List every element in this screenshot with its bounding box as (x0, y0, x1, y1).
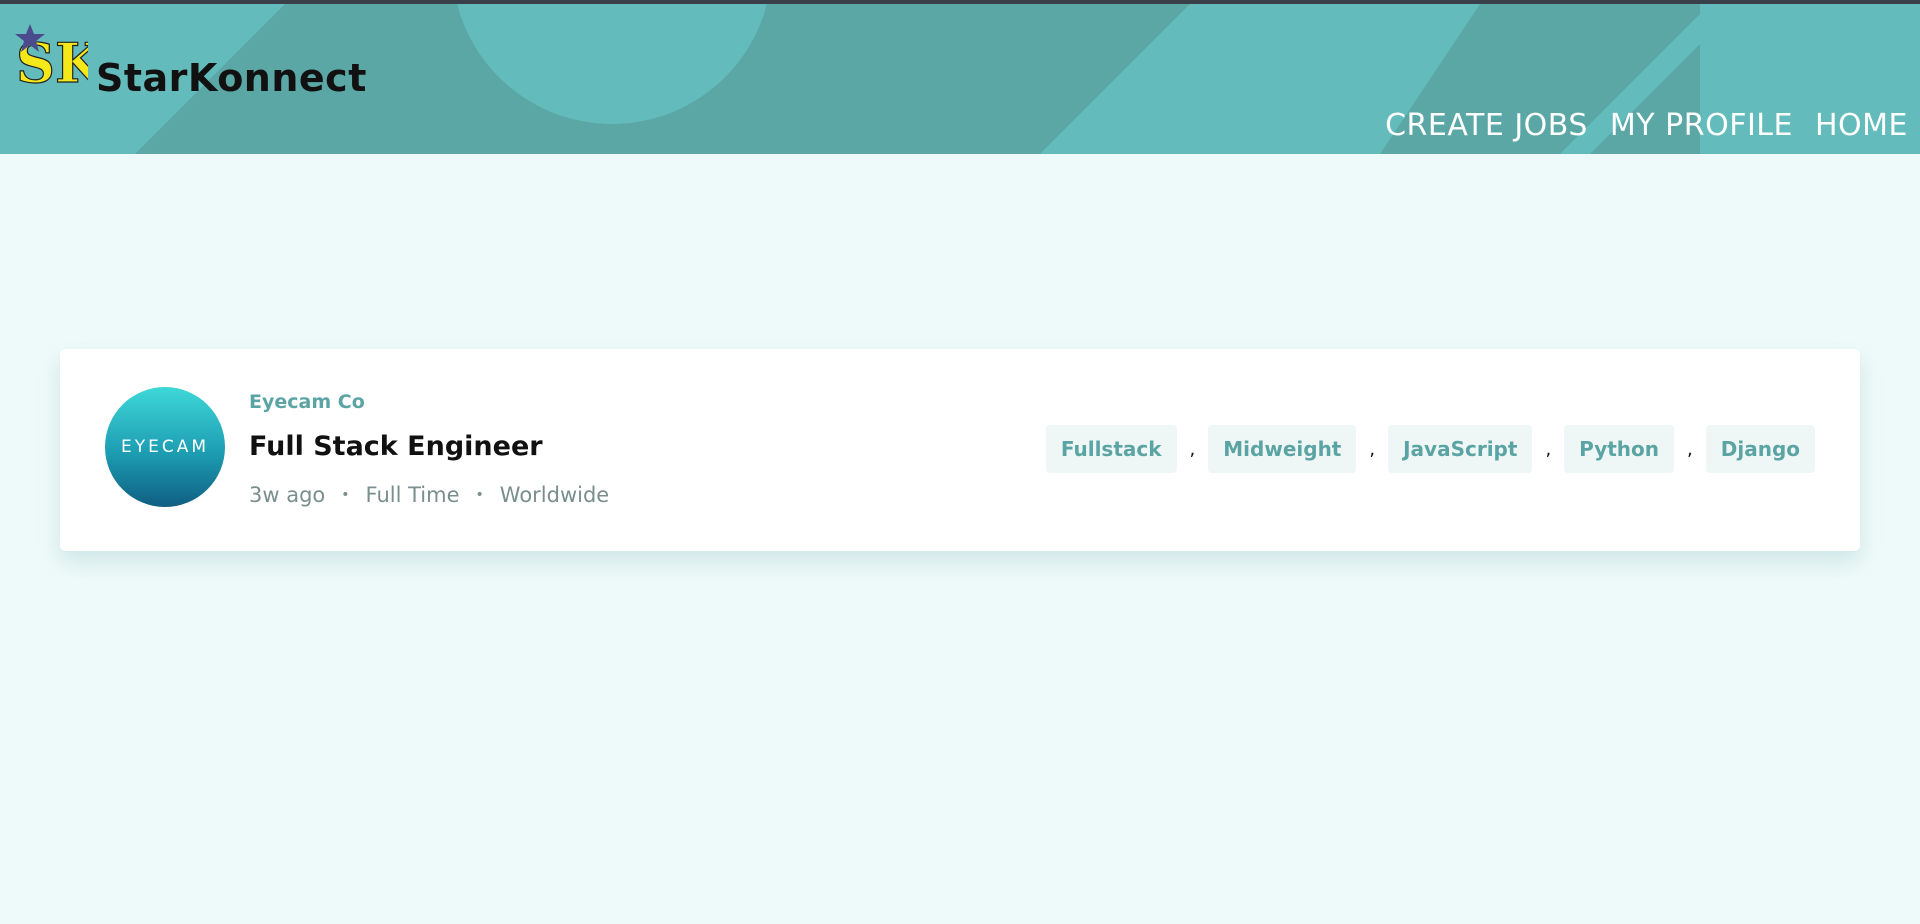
brand-name[interactable]: StarKonnect (96, 56, 367, 100)
job-card[interactable]: EYECAM Eyecam Co Full Stack Engineer 3w … (60, 349, 1860, 551)
company-name: Eyecam Co (249, 391, 365, 413)
company-logo-text: EYECAM (120, 437, 210, 457)
tag-separator: , (1369, 438, 1376, 460)
job-meta: 3w ago • Full Time • Worldwide (249, 483, 609, 507)
tag-django[interactable]: Django (1705, 425, 1815, 473)
tag-fullstack[interactable]: Fullstack (1045, 425, 1177, 473)
meta-separator: • (341, 487, 350, 503)
tag-midweight[interactable]: Midweight (1208, 425, 1357, 473)
nav-create-jobs[interactable]: CREATE JOBS (1385, 108, 1588, 143)
job-tags: Fullstack , Midweight , JavaScript , Pyt… (1045, 425, 1815, 473)
main-nav: CREATE JOBS MY PROFILE HOME (1385, 108, 1908, 143)
tag-python[interactable]: Python (1564, 425, 1675, 473)
tag-separator: , (1545, 438, 1552, 460)
nav-my-profile[interactable]: MY PROFILE (1610, 108, 1793, 143)
nav-home[interactable]: HOME (1815, 108, 1908, 143)
site-header: SK StarKonnect CREATE JOBS MY PROFILE HO… (0, 4, 1920, 154)
starkonnect-logo[interactable]: SK (12, 22, 105, 96)
tag-javascript[interactable]: JavaScript (1388, 425, 1533, 473)
tag-separator: , (1687, 438, 1693, 460)
job-title[interactable]: Full Stack Engineer (249, 431, 543, 462)
job-posted: 3w ago (249, 483, 326, 507)
company-logo: EYECAM (105, 387, 225, 507)
meta-separator: • (475, 487, 484, 503)
tag-separator: , (1189, 438, 1196, 460)
job-location: Worldwide (499, 483, 610, 507)
job-contract: Full Time (365, 483, 460, 507)
